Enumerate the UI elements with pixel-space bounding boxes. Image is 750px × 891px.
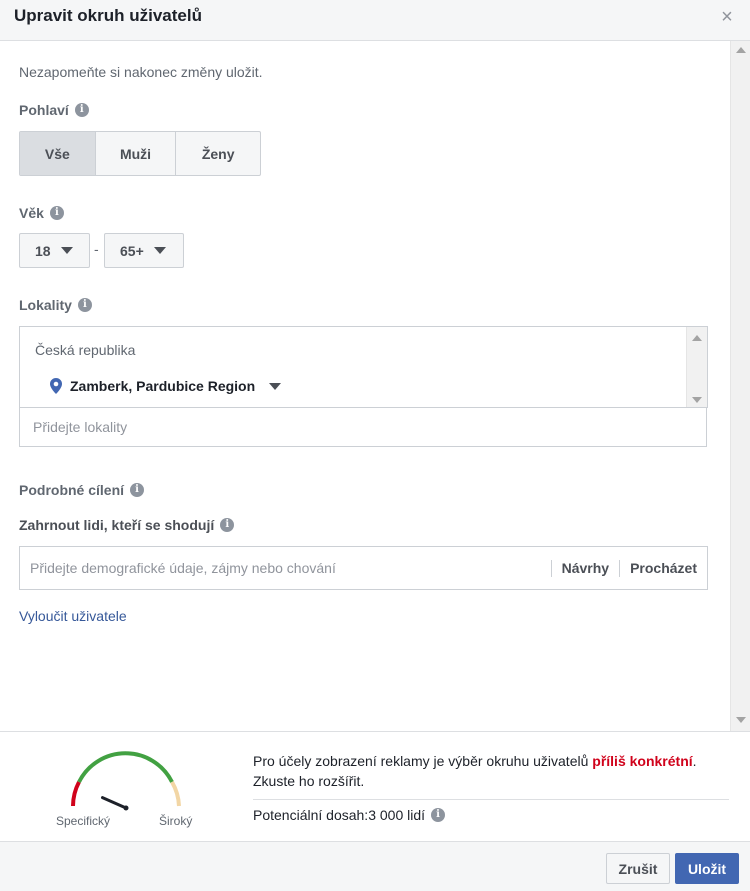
gender-label: Pohlaví i <box>19 102 89 118</box>
gender-option-men[interactable]: Muži <box>96 132 177 175</box>
dialog-header: Upravit okruh uživatelů × <box>0 0 750 41</box>
cancel-button[interactable]: Zrušit <box>606 853 670 884</box>
targeting-placeholder: Přidejte demografické údaje, zájmy nebo … <box>30 560 336 576</box>
audience-reach-panel: Specifický Široký Pro účely zobrazení re… <box>0 731 750 841</box>
location-country: Česká republika <box>35 342 136 358</box>
age-from-select[interactable]: 18 <box>19 233 90 268</box>
divider <box>253 799 729 800</box>
location-item-label: Zamberk, Pardubice Region <box>70 378 256 394</box>
reach-warning: příliš konkrétní <box>592 753 693 769</box>
locations-list: Česká republika Zamberk, Pardubice Regio… <box>19 326 708 409</box>
gender-option-women[interactable]: Ženy <box>176 132 260 175</box>
gauge-label-broad: Široký <box>159 814 193 828</box>
edit-audience-dialog: Upravit okruh uživatelů × Nezapomeňte si… <box>0 0 750 891</box>
gender-selector: Vše Muži Ženy <box>19 131 261 176</box>
age-from-value: 18 <box>35 242 51 259</box>
include-people-label-text: Zahrnout lidi, kteří se shodují <box>19 517 215 533</box>
info-icon[interactable]: i <box>220 518 235 532</box>
chevron-down-icon[interactable] <box>269 382 282 390</box>
close-icon[interactable]: × <box>718 7 736 27</box>
age-label-text: Věk <box>19 205 44 221</box>
gender-option-all[interactable]: Vše <box>20 132 96 175</box>
detailed-targeting-label: Podrobné cílení i <box>19 482 145 498</box>
location-pin-icon <box>50 378 62 394</box>
age-to-select[interactable]: 65+ <box>104 233 184 268</box>
chevron-down-icon <box>60 247 73 254</box>
browse-button[interactable]: Procházet <box>620 560 707 576</box>
chevron-down-icon <box>153 247 166 254</box>
dialog-body: Nezapomeňte si nakonec změny uložit. Poh… <box>0 41 730 731</box>
reach-message: Pro účely zobrazení reklamy je výběr okr… <box>253 751 733 791</box>
scroll-up-icon[interactable] <box>692 335 702 341</box>
age-separator: - <box>94 241 99 257</box>
exclude-people-link[interactable]: Vyloučit uživatele <box>19 608 127 624</box>
add-location-input[interactable]: Přidejte lokality <box>19 407 707 447</box>
location-item[interactable]: Zamberk, Pardubice Region <box>50 378 282 394</box>
gender-label-text: Pohlaví <box>19 102 69 118</box>
dialog-title: Upravit okruh uživatelů <box>14 6 202 25</box>
locations-scrollbar[interactable] <box>686 327 707 409</box>
info-icon[interactable]: i <box>74 103 89 117</box>
scroll-down-icon[interactable] <box>736 717 746 723</box>
locations-label-text: Lokality <box>19 297 72 313</box>
info-icon[interactable]: i <box>77 298 92 312</box>
info-icon[interactable]: i <box>431 808 446 822</box>
gauge-dial-icon <box>71 751 181 811</box>
save-reminder: Nezapomeňte si nakonec změny uložit. <box>19 64 263 80</box>
scroll-down-icon[interactable] <box>692 397 702 403</box>
reach-message-text: Pro účely zobrazení reklamy je výběr okr… <box>253 753 593 769</box>
potential-reach-text: Potenciální dosah:3 000 lidí <box>253 807 426 823</box>
dialog-scrollbar[interactable] <box>730 41 750 731</box>
dialog-footer: Zrušit Uložit <box>0 841 750 891</box>
detailed-targeting-input[interactable]: Přidejte demografické údaje, zájmy nebo … <box>19 546 708 590</box>
potential-reach: Potenciální dosah:3 000 lidí i <box>253 807 446 823</box>
age-to-value: 65+ <box>120 242 144 259</box>
suggestions-button[interactable]: Návrhy <box>552 560 619 576</box>
include-people-label: Zahrnout lidi, kteří se shodují i <box>19 517 235 533</box>
info-icon[interactable]: i <box>130 483 145 497</box>
info-icon[interactable]: i <box>49 206 64 220</box>
save-button[interactable]: Uložit <box>675 853 739 884</box>
audience-size-gauge: Specifický Široký <box>48 744 198 844</box>
locations-label: Lokality i <box>19 297 92 313</box>
scroll-up-icon[interactable] <box>736 47 746 53</box>
detailed-targeting-label-text: Podrobné cílení <box>19 482 125 498</box>
age-label: Věk i <box>19 205 64 221</box>
gauge-label-specific: Specifický <box>56 814 111 828</box>
